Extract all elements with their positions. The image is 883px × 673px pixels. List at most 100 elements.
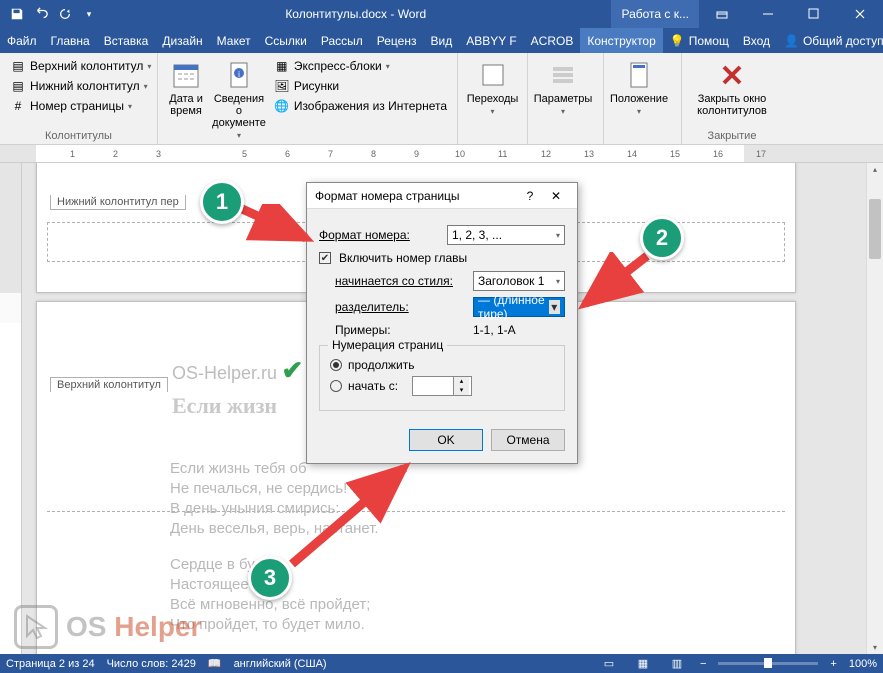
svg-text:12: 12 <box>541 149 551 159</box>
page-number-icon: # <box>10 98 26 114</box>
scrollbar-vertical[interactable]: ▴ ▾ <box>866 163 883 654</box>
quick-parts-button[interactable]: ▦Экспресс-блоки▾ <box>270 57 451 75</box>
group-label: Колонтитулы <box>0 128 157 144</box>
tab-review[interactable]: Реценз <box>370 28 424 53</box>
checkmark-icon: ✔ <box>282 355 304 385</box>
online-picture-icon: 🌐 <box>274 98 290 114</box>
starts-style-select[interactable]: Заголовок 1▾ <box>473 271 565 291</box>
close-button[interactable] <box>837 0 883 28</box>
header-top-button[interactable]: ▤Верхний колонтитул▾ <box>6 57 155 75</box>
svg-text:6: 6 <box>285 149 290 159</box>
online-pictures-button[interactable]: 🌐Изображения из Интернета <box>270 97 451 115</box>
zoom-out-button[interactable]: − <box>700 658 706 670</box>
continue-radio[interactable] <box>330 359 342 371</box>
status-word-count[interactable]: Число слов: 2429 <box>107 658 196 670</box>
ribbon-options-icon[interactable] <box>699 0 745 28</box>
quick-parts-icon: ▦ <box>274 58 290 74</box>
zoom-slider[interactable] <box>718 662 818 665</box>
position-button[interactable]: Положение▾ <box>610 57 668 124</box>
tab-home[interactable]: Главна <box>44 28 97 53</box>
chevron-down-icon: ▾ <box>549 300 560 314</box>
page-number-format-dialog: Формат номера страницы ? ✕ Формат номера… <box>306 182 578 464</box>
cancel-button[interactable]: Отмена <box>491 429 565 451</box>
save-icon[interactable] <box>6 3 28 25</box>
options-button[interactable]: Параметры▾ <box>534 57 592 124</box>
scroll-thumb[interactable] <box>869 199 881 259</box>
svg-text:16: 16 <box>713 149 723 159</box>
redo-icon[interactable] <box>54 3 76 25</box>
dialog-titlebar[interactable]: Формат номера страницы ? ✕ <box>307 183 577 209</box>
examples-label: Примеры: <box>335 323 465 337</box>
document-info-button[interactable]: iСведения о документе▾ <box>212 57 266 140</box>
status-language[interactable]: английский (США) <box>234 658 327 670</box>
svg-text:8: 8 <box>371 149 376 159</box>
tab-insert[interactable]: Вставка <box>97 28 156 53</box>
qat-customize-icon[interactable]: ▾ <box>78 3 100 25</box>
navigation-button[interactable]: Переходы▾ <box>464 57 521 124</box>
callout-arrow-2 <box>575 252 655 312</box>
start-at-spinner[interactable]: ▴▾ <box>412 376 472 396</box>
include-chapter-checkbox[interactable]: ✔ <box>319 252 331 264</box>
footer-label-tab: Нижний колонтитул пер <box>50 195 186 210</box>
start-at-radio[interactable] <box>330 380 342 392</box>
chevron-down-icon: ▾ <box>490 107 494 116</box>
spin-down-icon[interactable]: ▾ <box>454 386 469 395</box>
tab-help[interactable]: 💡Помощ <box>663 28 736 53</box>
dialog-title: Формат номера страницы <box>315 189 460 203</box>
tab-references[interactable]: Ссылки <box>258 28 314 53</box>
tab-file[interactable]: Файл <box>0 28 44 53</box>
undo-icon[interactable] <box>30 3 52 25</box>
position-icon <box>623 59 655 91</box>
chevron-down-icon: ▾ <box>237 131 241 140</box>
ruler-vertical[interactable] <box>0 163 22 654</box>
tab-mailings[interactable]: Рассыл <box>314 28 370 53</box>
share-button[interactable]: 👤Общий доступ <box>777 28 883 53</box>
close-x-icon <box>716 59 748 91</box>
header-label-tab: Верхний колонтитул <box>50 377 168 392</box>
separator-select[interactable]: — (длинное тире)▾ <box>473 297 565 317</box>
ribbon-tabs: Файл Главна Вставка Дизайн Макет Ссылки … <box>0 28 883 53</box>
page-number-button[interactable]: #Номер страницы▾ <box>6 97 155 115</box>
spin-up-icon[interactable]: ▴ <box>454 377 469 386</box>
tab-view[interactable]: Вид <box>423 28 459 53</box>
minimize-button[interactable] <box>745 0 791 28</box>
zoom-in-button[interactable]: + <box>830 658 836 670</box>
format-number-label: Формат номера: <box>319 228 439 242</box>
tab-design[interactable]: Дизайн <box>155 28 209 53</box>
starts-style-label: начинается со стиля: <box>335 274 465 288</box>
dialog-close-button[interactable]: ✕ <box>543 189 569 203</box>
zoom-level[interactable]: 100% <box>849 658 877 670</box>
spellcheck-icon[interactable]: 📖 <box>208 657 222 670</box>
format-number-select[interactable]: 1, 2, 3, ...▾ <box>447 225 565 245</box>
window-controls <box>699 0 883 28</box>
status-bar: Страница 2 из 24 Число слов: 2429 📖 англ… <box>0 654 883 673</box>
tab-abbyy[interactable]: ABBYY F <box>459 28 523 53</box>
numbering-fieldset: Нумерация страниц продолжить начать с: ▴… <box>319 345 565 411</box>
signin-button[interactable]: Вход <box>736 28 777 53</box>
ruler-horizontal[interactable]: 123567891011121314151617 <box>0 145 883 163</box>
footer-button[interactable]: ▤Нижний колонтитул▾ <box>6 77 155 95</box>
tab-layout[interactable]: Макет <box>210 28 258 53</box>
zoom-thumb[interactable] <box>764 658 772 668</box>
close-header-footer-button[interactable]: Закрыть окно колонтитулов <box>688 57 776 124</box>
ok-button[interactable]: OK <box>409 429 483 451</box>
chevron-down-icon: ▾ <box>144 82 148 91</box>
maximize-button[interactable] <box>791 0 837 28</box>
lightbulb-icon: 💡 <box>670 34 685 48</box>
start-at-input[interactable] <box>413 377 453 395</box>
view-read-icon[interactable]: ▭ <box>598 657 620 670</box>
pictures-button[interactable]: 🖼Рисунки <box>270 77 451 95</box>
tab-acrobat[interactable]: ACROB <box>524 28 581 53</box>
view-print-icon[interactable]: ▦ <box>632 657 654 670</box>
quick-access-toolbar: ▾ <box>0 3 100 25</box>
tab-constructor[interactable]: Конструктор <box>580 28 662 53</box>
view-web-icon[interactable]: ▥ <box>666 657 688 670</box>
date-time-button[interactable]: Дата и время <box>164 57 208 140</box>
status-page[interactable]: Страница 2 из 24 <box>6 658 95 670</box>
dialog-help-button[interactable]: ? <box>517 189 543 203</box>
numbering-legend: Нумерация страниц <box>328 338 447 352</box>
callout-arrow-3 <box>286 460 416 570</box>
watermark: OS Helper <box>14 605 201 649</box>
svg-text:1: 1 <box>70 149 75 159</box>
navigation-icon <box>477 59 509 91</box>
